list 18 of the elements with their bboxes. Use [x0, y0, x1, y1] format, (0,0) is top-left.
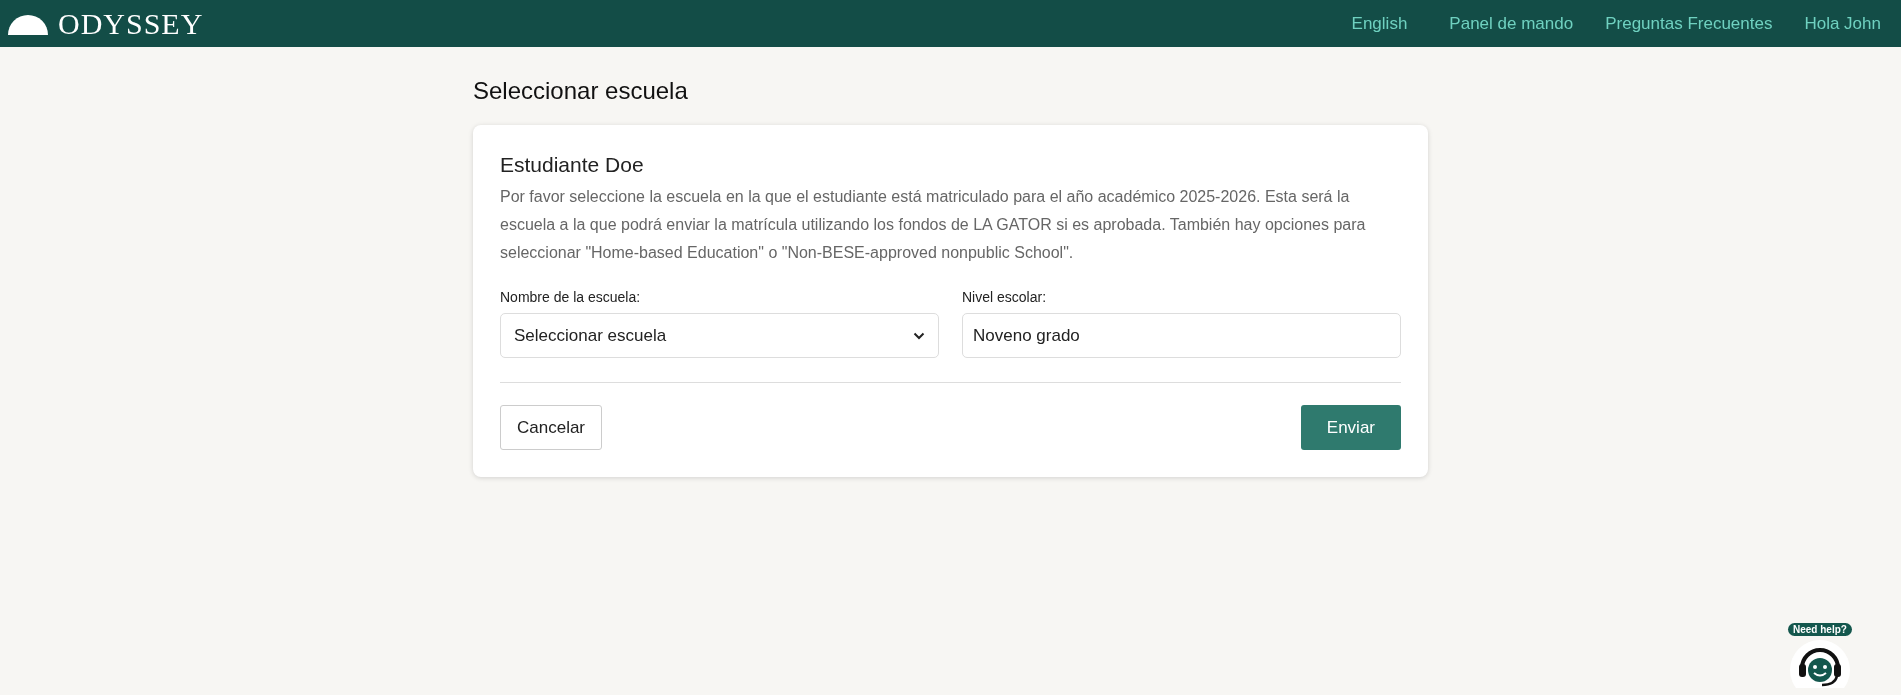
description: Por favor seleccione la escuela en la que el estudiante está matriculado para el año académico 2025-2026. Esta será la escuela a la que podrá enviar la matrícula utilizando los fondos de LA GATOR si es aprobada. También hay opciones para seleccionar "Home-based Education" o "Non-BESE-approved nonpublic School".: [500, 187, 1367, 263]
nav-link[interactable]: Hola John: [1804, 13, 1881, 34]
student-name: Estudiante Doe: [500, 153, 645, 177]
cancel-button[interactable]: Cancelar: [500, 405, 603, 450]
chevron-down-icon: [913, 331, 925, 340]
school-select[interactable]: Seleccionar escuela: [500, 313, 939, 358]
page-title: Seleccionar escuela: [473, 77, 689, 105]
logo-icon: [8, 12, 48, 35]
field-label: Nivel escolar:: [962, 289, 1048, 305]
nav-link[interactable]: English: [1351, 13, 1408, 34]
input-field[interactable]: Noveno grado: [962, 313, 1401, 358]
nav-link[interactable]: Preguntas Frecuentes: [1605, 13, 1773, 34]
help-badge[interactable]: Need help?: [1788, 623, 1852, 636]
support-bot-icon[interactable]: [1789, 638, 1850, 688]
logo-text: ODYSSEY: [58, 6, 204, 41]
nav-link[interactable]: Panel de mando: [1449, 13, 1574, 34]
submit-button[interactable]: Enviar: [1300, 405, 1401, 450]
field-label: Nombre de la escuela:: [500, 289, 642, 305]
